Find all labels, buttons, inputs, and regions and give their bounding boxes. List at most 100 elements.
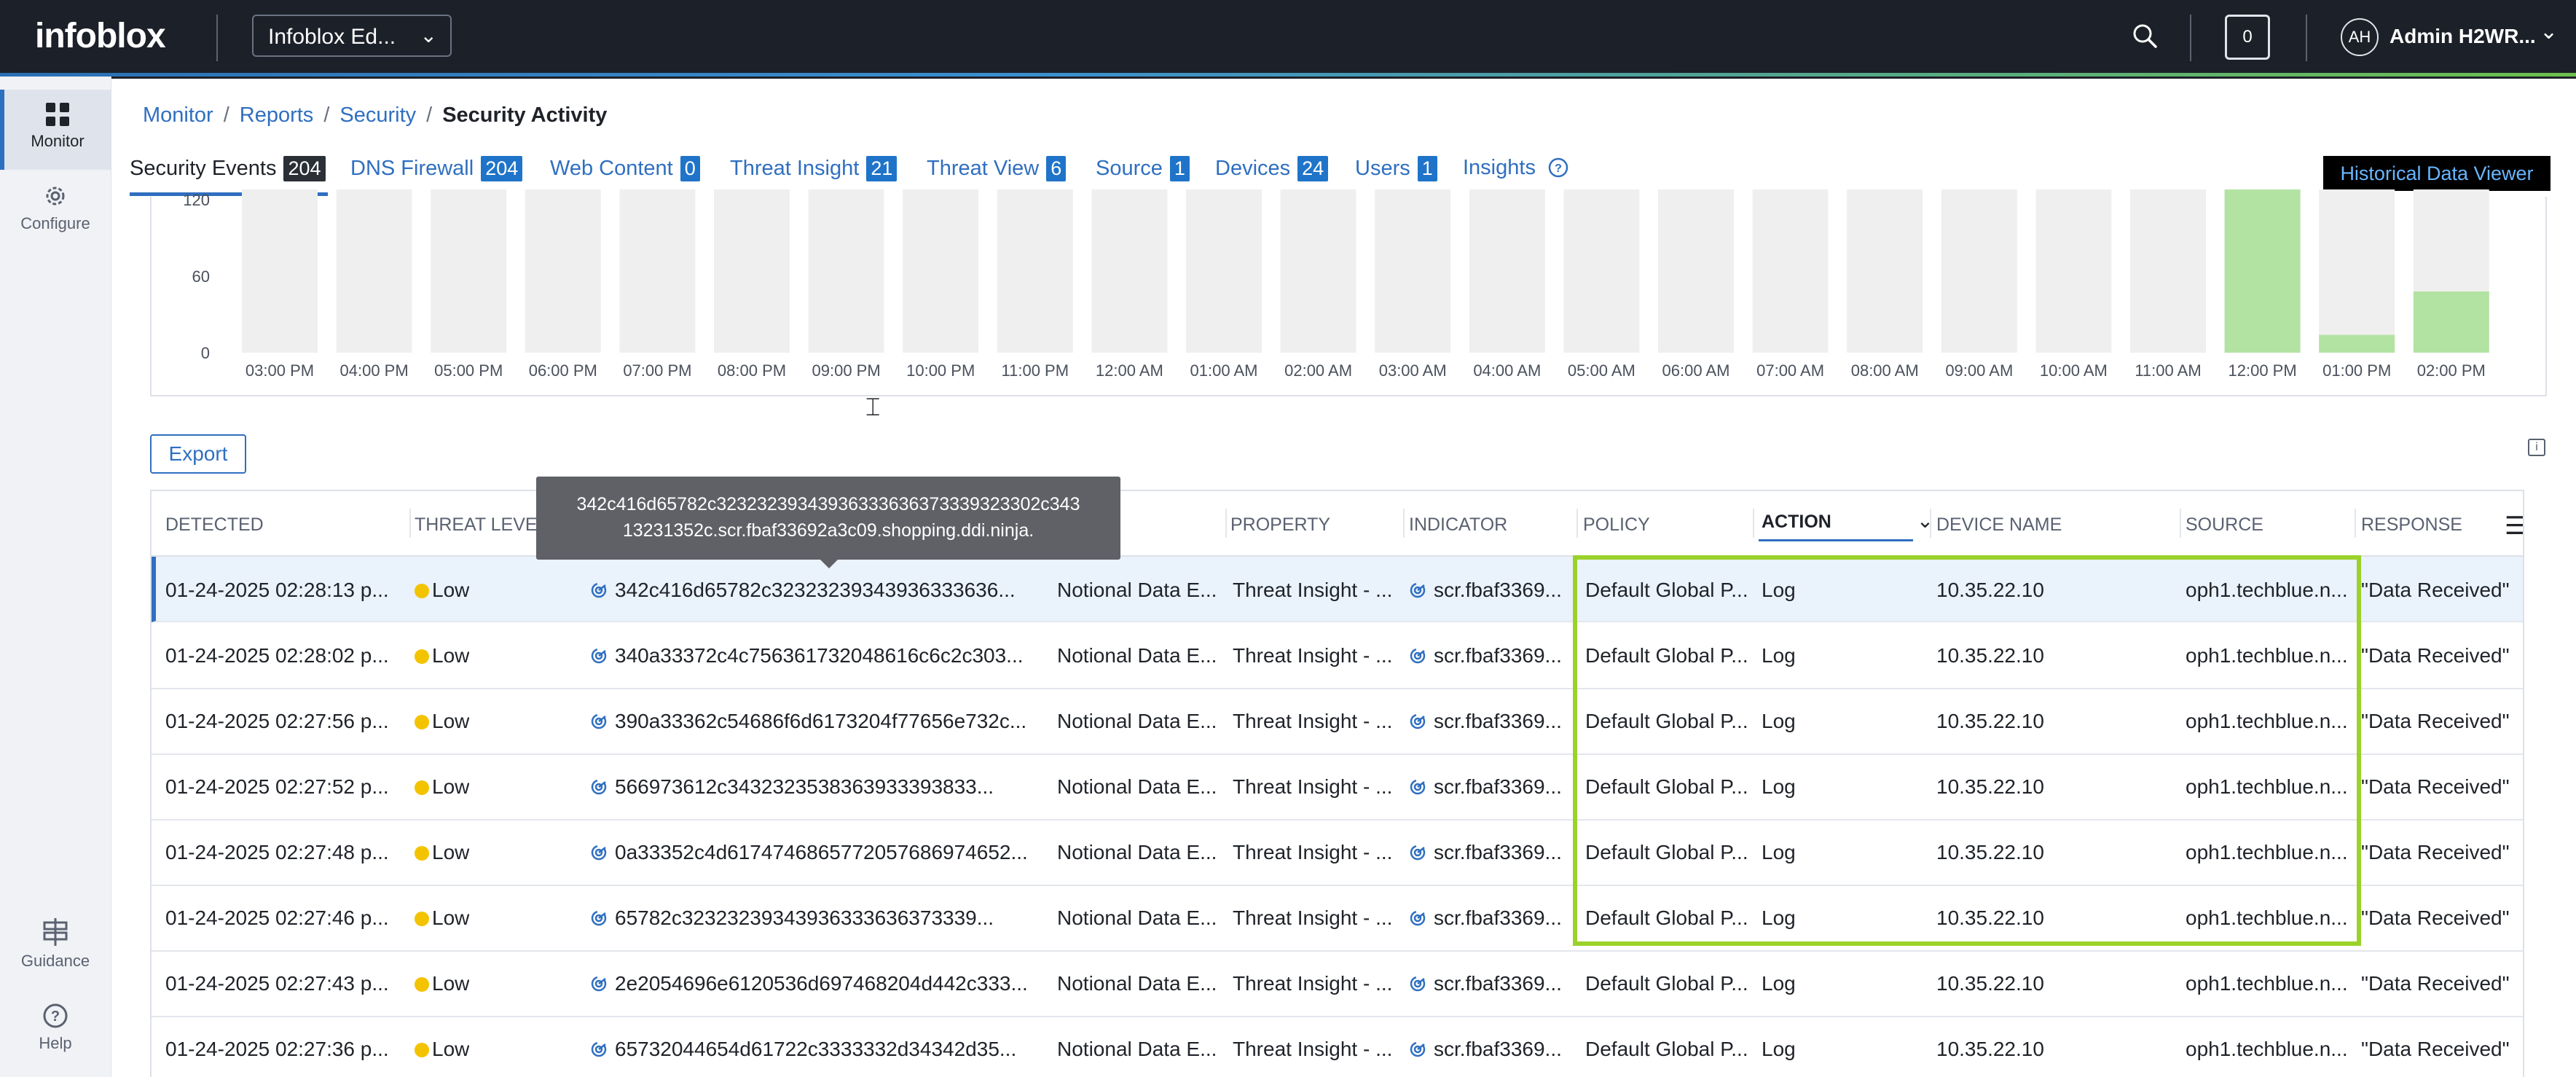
breadcrumb-reports[interactable]: Reports	[240, 103, 314, 127]
feed-cell-text: Notional Data E...	[1057, 644, 1217, 667]
column-header-source[interactable]: SOURCE	[2186, 514, 2263, 536]
bar-background	[525, 189, 601, 353]
feed-cell: Notional Data E...	[1057, 841, 1217, 864]
source-cell-text: oph1.techblue.n...	[2186, 579, 2348, 601]
threat-level-dot-icon	[415, 912, 429, 926]
infoblox-logo[interactable]: infoblox	[35, 16, 166, 56]
table-row[interactable]: 01-24-2025 02:27:48 p... Low 0a33352c4d617…	[152, 819, 2523, 886]
indicator-cell: scr.fbaf3369...	[1409, 775, 1562, 799]
column-header-threat-level[interactable]: THREAT LEVEL	[415, 514, 547, 536]
notifications-button[interactable]: 0	[2225, 15, 2270, 60]
bar-background	[2319, 189, 2395, 353]
bar[interactable]	[2413, 291, 2489, 353]
response-cell: "Data Received"	[2361, 775, 2510, 799]
column-header-policy[interactable]: POLICY	[1583, 514, 1650, 536]
bar-background	[2035, 189, 2112, 353]
x-tick-label: 04:00 AM	[1473, 361, 1541, 380]
table-row[interactable]: 01-24-2025 02:27:36 p... Low 65732044654d6…	[152, 1016, 2523, 1077]
table-row[interactable]: 01-24-2025 02:27:46 p... Low 65782c3232323…	[152, 885, 2523, 952]
column-resizer[interactable]	[2355, 509, 2356, 538]
column-resizer[interactable]	[1753, 509, 1754, 538]
property-cell-text: Threat Insight - ...	[1233, 579, 1393, 601]
bar-background	[808, 189, 884, 353]
nav-help[interactable]: ? Help	[0, 1002, 111, 1053]
device-name-cell-text: 10.35.22.10	[1936, 1038, 2044, 1060]
column-header-property[interactable]: PROPERTY	[1230, 514, 1330, 536]
gear-icon	[46, 187, 65, 205]
column-resizer[interactable]	[409, 509, 411, 538]
user-menu-name[interactable]: Admin H2WR...	[2390, 25, 2536, 48]
tab-source[interactable]: Source 1	[1096, 156, 1190, 181]
column-resizer[interactable]	[1576, 509, 1578, 538]
tab-security-events[interactable]: Security Events 204	[130, 156, 326, 181]
threat-level-cell-text: Low	[432, 710, 470, 732]
property-cell-text: Threat Insight - ...	[1233, 710, 1393, 732]
divider	[2306, 15, 2307, 61]
query-cell-text: 65782c32323239343936333636373339...	[615, 906, 994, 929]
x-tick-label: 07:00 PM	[623, 361, 691, 380]
product-select[interactable]: Infoblox Ed... ⌄	[252, 15, 452, 57]
table-row[interactable]: 01-24-2025 02:27:56 p... Low 390a33362c546…	[152, 688, 2523, 755]
column-header-action[interactable]: ACTION ⌄	[1762, 509, 1933, 533]
threat-level-dot-icon	[415, 1043, 429, 1057]
divider	[216, 15, 218, 61]
bar[interactable]	[2224, 189, 2301, 353]
query-cell: 0a33352c4d6174746865772057686974652...	[590, 841, 1028, 864]
tab-threat-view[interactable]: Threat View 6	[927, 156, 1067, 181]
bar-background	[1186, 189, 1262, 353]
response-cell: "Data Received"	[2361, 579, 2510, 602]
nav-configure[interactable]: Configure	[0, 182, 111, 233]
column-header-device-name[interactable]: DEVICE NAME	[1936, 514, 2062, 536]
tab-users[interactable]: Users 1	[1355, 156, 1437, 181]
table-row[interactable]: 01-24-2025 02:27:52 p... Low 566973612c343…	[152, 753, 2523, 821]
feed-cell-text: Notional Data E...	[1057, 775, 1217, 798]
indicator-cell-text: scr.fbaf3369...	[1434, 644, 1562, 667]
device-name-cell: 10.35.22.10	[1936, 644, 2044, 667]
tab-insights[interactable]: Insights ?	[1463, 156, 1569, 180]
detected-cell-text: 01-24-2025 02:27:43 p...	[165, 972, 389, 995]
nav-monitor[interactable]: Monitor	[0, 90, 111, 170]
response-cell-text: "Data Received"	[2361, 775, 2510, 798]
policy-cell: Default Global P...	[1585, 710, 1748, 733]
column-header-detected[interactable]: DETECTED	[165, 514, 264, 536]
historical-data-viewer-button[interactable]: Historical Data Viewer	[2323, 156, 2551, 191]
tab-threat-insight[interactable]: Threat Insight 21	[730, 156, 898, 181]
indicator-cell-text: scr.fbaf3369...	[1434, 579, 1562, 601]
column-resizer[interactable]	[2180, 509, 2181, 538]
column-header-response[interactable]: RESPONSE	[2361, 514, 2462, 536]
count-badge: 6	[1046, 156, 1067, 181]
chevron-down-icon[interactable]: ⌄	[2540, 19, 2558, 44]
table-row[interactable]: 01-24-2025 02:28:02 p... Low 340a33372c4c7…	[152, 622, 2523, 689]
info-icon[interactable]: i	[2528, 439, 2545, 456]
policy-cell-text: Default Global P...	[1585, 775, 1748, 798]
search-icon[interactable]	[2131, 20, 2160, 52]
column-resizer[interactable]	[1930, 509, 1931, 538]
question-circle-icon: ?	[1548, 157, 1568, 178]
column-menu-icon[interactable]: ☰	[2505, 512, 2523, 541]
table-row[interactable]: 01-24-2025 02:28:13 p... Low 342c416d65782…	[152, 557, 2523, 622]
policy-cell: Default Global P...	[1585, 972, 1748, 995]
x-tick-label: 12:00 PM	[2229, 361, 2297, 380]
tab-devices[interactable]: Devices 24	[1215, 156, 1329, 181]
column-header-indicator[interactable]: INDICATOR	[1409, 514, 1507, 536]
table-row[interactable]: 01-24-2025 02:27:43 p... Low 2e2054696e612…	[152, 950, 2523, 1017]
column-resizer[interactable]	[1403, 509, 1405, 538]
nav-guidance[interactable]: Guidance	[0, 917, 111, 971]
action-cell: Log	[1762, 906, 1796, 930]
tab-web-content[interactable]: Web Content 0	[550, 156, 700, 181]
bar-background	[714, 189, 790, 353]
threat-intel-icon	[1410, 976, 1426, 992]
breadcrumb-monitor[interactable]: Monitor	[143, 103, 213, 127]
policy-cell: Default Global P...	[1585, 1038, 1748, 1061]
breadcrumb-security[interactable]: Security	[339, 103, 416, 127]
avatar[interactable]: AH	[2341, 18, 2379, 56]
property-cell: Threat Insight - ...	[1233, 644, 1392, 667]
count-badge: 1	[1169, 156, 1190, 181]
tab-dns-firewall[interactable]: DNS Firewall 204	[350, 156, 523, 181]
export-button[interactable]: Export	[150, 434, 246, 474]
column-resizer[interactable]	[1225, 509, 1227, 538]
query-cell-text: 65732044654d61722c3333332d34342d35...	[615, 1038, 1017, 1060]
threat-level-dot-icon	[415, 584, 429, 598]
action-cell-text: Log	[1762, 1038, 1796, 1060]
bar[interactable]	[2319, 334, 2395, 353]
